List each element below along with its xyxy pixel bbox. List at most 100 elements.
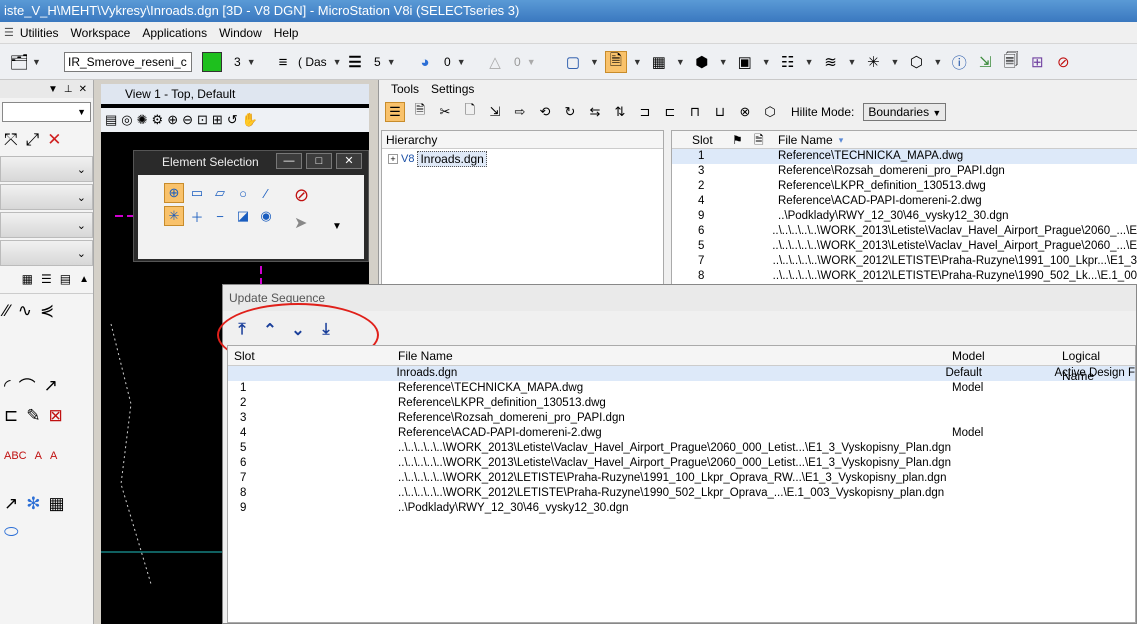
reference-row[interactable]: 2 Reference\LKPR_definition_130513.dwg bbox=[672, 179, 1137, 194]
select-cursor-icon[interactable]: ⇲ bbox=[974, 51, 996, 73]
list-view-icon[interactable]: ☰ bbox=[385, 102, 405, 122]
task-combo[interactable]: ▼ bbox=[2, 102, 91, 122]
move-to-top-icon[interactable]: ⤒ bbox=[233, 321, 251, 339]
table-icon[interactable]: ▦ bbox=[49, 494, 65, 514]
curve-icon[interactable]: ∿ bbox=[18, 301, 32, 321]
priority-picker[interactable]: △ 0 ▼ bbox=[484, 50, 538, 74]
reference-row[interactable]: 9 ..\Podklady\RWY_12_30\46_vysky12_30.dgn bbox=[672, 209, 1137, 224]
pattern-icon[interactable]: ✻ bbox=[26, 494, 40, 514]
reference-row[interactable]: 6 ..\..\..\..\..\WORK_2013\Letiste\Vaclav… bbox=[672, 224, 1137, 239]
edit-icon[interactable]: ✎ bbox=[26, 406, 40, 426]
block-select-icon[interactable]: ▭ bbox=[187, 183, 207, 203]
reference-row[interactable]: 7 ..\..\..\..\..\WORK_2012\LETISTE\Praha-… bbox=[672, 254, 1137, 269]
stamp-icon[interactable]: ⊏ bbox=[4, 406, 18, 426]
panel-menu-icon[interactable]: ▼ bbox=[48, 84, 58, 95]
scale-icon[interactable]: ⤢ bbox=[26, 130, 40, 150]
clip-mask-icon[interactable]: ⊏ bbox=[660, 102, 680, 122]
raster-icon[interactable]: ▣ bbox=[734, 51, 756, 73]
move-down-icon[interactable]: ⌄ bbox=[289, 321, 307, 339]
menu-tools[interactable]: Tools bbox=[385, 82, 425, 96]
add-selection-icon[interactable]: ＋ bbox=[187, 206, 207, 226]
text-icon[interactable]: ABC bbox=[4, 450, 27, 462]
pointer-icon[interactable]: ➤ bbox=[294, 213, 307, 233]
slot-column-header[interactable]: Slot bbox=[672, 131, 732, 148]
sequence-row[interactable]: 3 Reference\Rozsah_domereni_pro_PAPI.dgn bbox=[228, 411, 1135, 426]
logical-name-column-header[interactable]: Logical Name bbox=[1062, 346, 1135, 383]
list-view-icon[interactable]: ☰ bbox=[41, 272, 52, 286]
lighting-icon[interactable]: ✺ bbox=[137, 112, 148, 128]
mirror-h-icon[interactable]: ⇆ bbox=[585, 102, 605, 122]
sequence-row[interactable]: 4 Reference\ACAD-PAPI-domereni-2.dwg Model bbox=[228, 426, 1135, 441]
fit-view-icon[interactable]: ⊞ bbox=[212, 112, 223, 128]
hierarchy-root[interactable]: + V8 Inroads.dgn bbox=[382, 151, 663, 167]
models-icon[interactable]: ▦ bbox=[648, 51, 670, 73]
task-group-1[interactable]: ⌄ bbox=[0, 156, 93, 182]
rotate-icon[interactable]: ↺ bbox=[227, 112, 238, 128]
reference-row[interactable]: 8 ..\..\..\..\..\WORK_2012\LETISTE\Praha-… bbox=[672, 269, 1137, 284]
transparency-picker[interactable]: ◕ 0 ▼ bbox=[414, 50, 468, 74]
snap-icon[interactable]: ✳ bbox=[862, 51, 884, 73]
smartline-icon[interactable]: ⁄⁄ bbox=[4, 301, 10, 321]
clip-front-icon[interactable]: ⊓ bbox=[685, 102, 705, 122]
minimize-button[interactable]: — bbox=[276, 153, 302, 169]
sequence-row[interactable]: 1 Reference\TECHNICKA_MAPA.dwg Model bbox=[228, 381, 1135, 396]
shape-select-icon[interactable]: ▱ bbox=[210, 183, 230, 203]
move-up-icon[interactable]: ⌃ bbox=[261, 321, 279, 339]
reference-row[interactable]: 5 ..\..\..\..\..\WORK_2013\Letiste\Vaclav… bbox=[672, 239, 1137, 254]
weight-picker[interactable]: ☰ 5 ▼ bbox=[344, 50, 398, 74]
pin-icon[interactable]: ⊥ bbox=[64, 84, 73, 95]
menu-workspace[interactable]: Workspace bbox=[65, 22, 137, 44]
close-button[interactable]: ✕ bbox=[336, 153, 362, 169]
close-icon[interactable]: ✕ bbox=[79, 84, 87, 95]
text-place-icon[interactable]: A bbox=[50, 450, 57, 462]
branch-icon[interactable]: ⋞ bbox=[40, 301, 54, 321]
delete-part-icon[interactable]: ⊠ bbox=[49, 406, 63, 426]
menu-help[interactable]: Help bbox=[268, 22, 305, 44]
model-column-header[interactable]: Model bbox=[952, 346, 1062, 365]
sequence-row[interactable]: 6 ..\..\..\..\..\WORK_2013\Letiste\Vaclav… bbox=[228, 456, 1135, 471]
arrow-icon[interactable]: ↗ bbox=[4, 494, 18, 514]
solid-icon[interactable]: ⬭ bbox=[4, 522, 19, 542]
new-selection-icon[interactable]: ✳ bbox=[164, 206, 184, 226]
text-edit-icon[interactable]: A bbox=[35, 450, 42, 462]
move-to-bottom-icon[interactable]: ⤓ bbox=[317, 321, 335, 339]
display-style-icon[interactable]: ◎ bbox=[121, 112, 132, 128]
reference-row[interactable]: 1 Reference\TECHNICKA_MAPA.dwg bbox=[672, 149, 1137, 164]
invert-selection-icon[interactable]: ◪ bbox=[233, 206, 253, 226]
color-picker[interactable]: 3 ▼ bbox=[202, 50, 258, 74]
sequence-row[interactable]: 5 ..\..\..\..\..\WORK_2013\Letiste\Vaclav… bbox=[228, 441, 1135, 456]
sequence-row[interactable]: 2 Reference\LKPR_definition_130513.dwg bbox=[228, 396, 1135, 411]
arc-edit-icon[interactable]: ⌒ bbox=[19, 373, 36, 398]
hilite-mode-combo[interactable]: Boundaries ▼ bbox=[863, 103, 947, 121]
sequence-row[interactable]: 7 ..\..\..\..\..\WORK_2012\LETISTE\Praha-… bbox=[228, 471, 1135, 486]
file-name-column-header[interactable]: File Name bbox=[398, 346, 952, 365]
select-all-icon[interactable]: ◉ bbox=[256, 206, 276, 226]
move-icon[interactable]: ⤧ bbox=[4, 130, 18, 150]
view-attributes-icon[interactable]: ▤ bbox=[105, 112, 117, 128]
collapse-icon[interactable]: ▲ bbox=[79, 274, 89, 285]
rotate-reference-icon[interactable]: ↻ bbox=[560, 102, 580, 122]
individual-select-icon[interactable]: ⊕ bbox=[164, 183, 184, 203]
linestyle-picker[interactable]: ≡ ( Das ▼ bbox=[272, 50, 344, 74]
menu-window[interactable]: Window bbox=[213, 22, 268, 44]
maximize-button[interactable]: □ bbox=[306, 153, 332, 169]
reference-row[interactable]: 4 Reference\ACAD-PAPI-domereni-2.dwg bbox=[672, 194, 1137, 209]
task-group-2[interactable]: ⌄ bbox=[0, 184, 93, 210]
sequence-row[interactable]: Inroads.dgn Default Active Design F bbox=[228, 366, 1135, 381]
reference-row[interactable]: 3 Reference\Rozsah_domereni_pro_PAPI.dgn bbox=[672, 164, 1137, 179]
grid-snap-icon[interactable]: ⊞ bbox=[1026, 51, 1048, 73]
menu-utilities[interactable]: Utilities bbox=[14, 22, 65, 44]
line-select-icon[interactable]: ⁄ bbox=[256, 183, 276, 203]
sequence-row[interactable]: 8 ..\..\..\..\..\WORK_2012\LETISTE\Praha-… bbox=[228, 486, 1135, 501]
accudraw-icon[interactable]: ⬡ bbox=[905, 51, 927, 73]
circle-select-icon[interactable]: ○ bbox=[233, 183, 253, 203]
detail-view-icon[interactable]: ▤ bbox=[60, 272, 71, 286]
reload-icon[interactable]: 🗋 bbox=[460, 102, 480, 122]
layers-stack-icon[interactable]: ☷ bbox=[777, 51, 799, 73]
icon-view-icon[interactable]: ▦ bbox=[22, 272, 33, 286]
subtract-selection-icon[interactable]: − bbox=[210, 206, 230, 226]
task-group-3[interactable]: ⌄ bbox=[0, 212, 93, 238]
cube-icon[interactable]: ▢ bbox=[562, 51, 584, 73]
info-icon[interactable]: ⓘ bbox=[948, 51, 970, 73]
render-icon[interactable]: ⬢ bbox=[691, 51, 713, 73]
